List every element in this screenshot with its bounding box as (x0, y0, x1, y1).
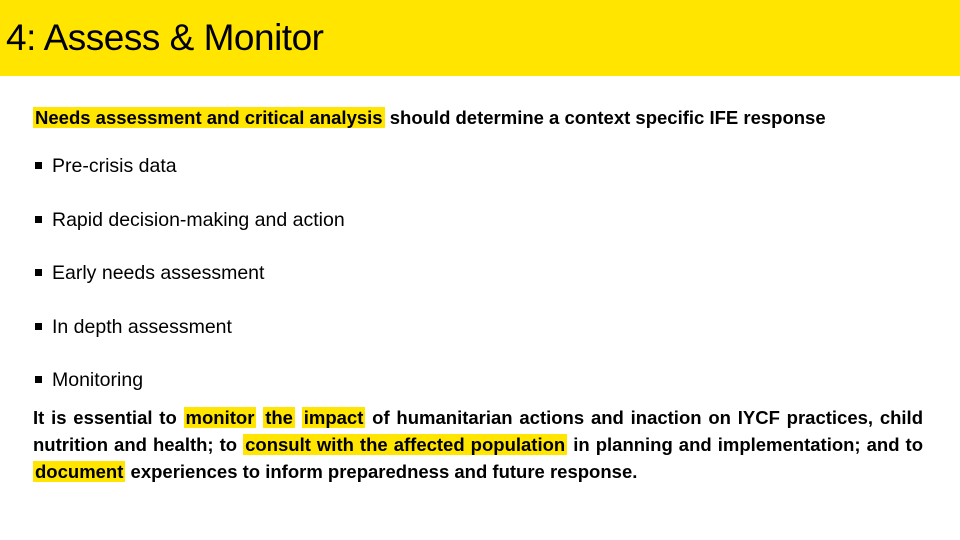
bullet-item: Pre-crisis data (33, 152, 345, 206)
title-band: 4: Assess & Monitor (0, 0, 960, 76)
para-text (295, 407, 302, 428)
bullet-item: Rapid decision-making and action (33, 206, 345, 260)
square-bullet-icon (35, 376, 42, 383)
bullet-text: Early needs assessment (52, 262, 265, 284)
bullet-text: Monitoring (52, 369, 144, 391)
bullet-text: In depth assessment (52, 315, 232, 338)
square-bullet-icon (35, 322, 42, 330)
lead-statement: Needs assessment and critical analysis s… (33, 105, 826, 131)
bullet-text: Rapid decision-making and action (52, 208, 345, 231)
para-highlight: monitor (183, 407, 257, 428)
para-highlight: impact (301, 407, 366, 428)
para-text: in planning and implementation; and to (567, 434, 923, 455)
summary-paragraph: It is essential to monitor the impact of… (33, 404, 923, 485)
lead-rest: should determine a context specific IFE … (384, 107, 826, 128)
square-bullet-icon (35, 162, 42, 169)
slide-title: 4: Assess & Monitor (6, 17, 324, 58)
para-highlight: document (33, 461, 126, 482)
bullet-text: Pre-crisis data (52, 155, 177, 177)
lead-highlight: Needs assessment and critical analysis (33, 107, 385, 128)
square-bullet-icon (35, 215, 42, 223)
para-text: It is essential to (33, 407, 184, 428)
square-bullet-icon (35, 269, 42, 276)
para-highlight: consult with the affected population (243, 434, 568, 455)
bullet-list: Pre-crisis data Rapid decision-making an… (33, 152, 345, 420)
bullet-item: Early needs assessment (33, 259, 345, 313)
para-text: experiences to inform preparedness and f… (125, 461, 638, 482)
para-highlight: the (263, 407, 295, 428)
bullet-item: In depth assessment (33, 313, 345, 367)
